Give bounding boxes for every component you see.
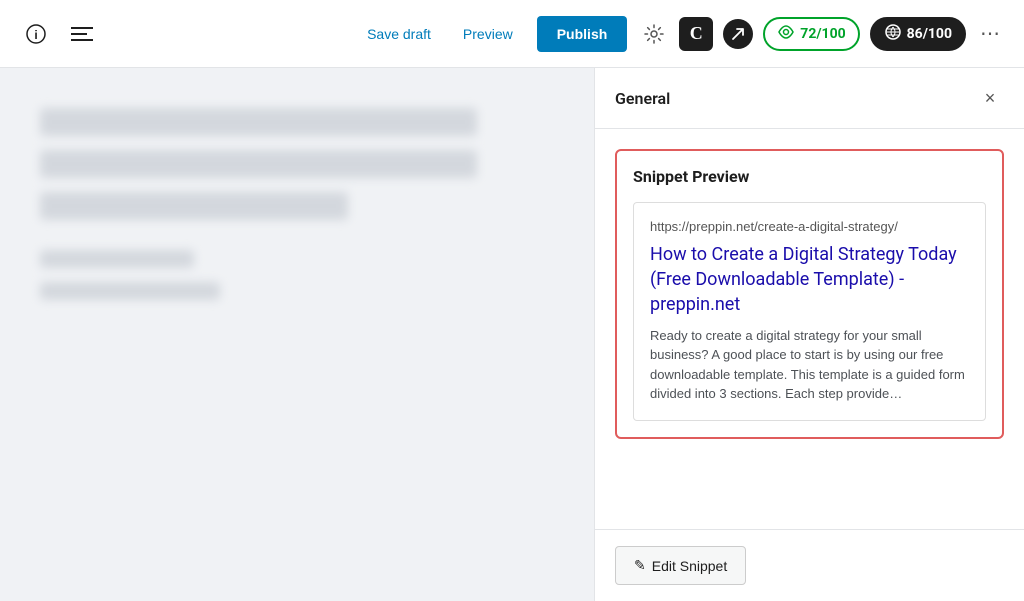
menu-button[interactable]: [66, 18, 98, 50]
seo-score-badge[interactable]: 86/100: [870, 17, 966, 51]
snippet-preview-container: Snippet Preview https://preppin.net/crea…: [615, 149, 1004, 439]
sidebar-content: Snippet Preview https://preppin.net/crea…: [595, 129, 1024, 529]
snippet-preview-title: Snippet Preview: [633, 167, 986, 186]
edit-snippet-icon: ✎: [634, 557, 646, 574]
gear-icon: [644, 24, 664, 44]
toolbar: i Save draft Preview Publish C: [0, 0, 1024, 68]
menu-icon: [71, 26, 93, 42]
snippet-page-title[interactable]: How to Create a Digital Strategy Today (…: [650, 242, 969, 318]
readability-score-badge[interactable]: 72/100: [763, 17, 859, 51]
publish-button[interactable]: Publish: [537, 16, 628, 52]
seo-icon: [884, 23, 902, 45]
toolbar-center: Save draft Preview Publish: [359, 16, 627, 52]
sidebar-footer: ✎ Edit Snippet: [595, 529, 1024, 601]
info-icon: i: [26, 24, 46, 44]
close-sidebar-button[interactable]: ×: [976, 84, 1004, 112]
more-options-button[interactable]: ⋯: [976, 17, 1004, 50]
main-area: General × Snippet Preview https://preppi…: [0, 68, 1024, 601]
edit-snippet-label: Edit Snippet: [652, 558, 728, 574]
preview-button[interactable]: Preview: [455, 22, 521, 46]
sidebar-title: General: [615, 89, 670, 108]
snippet-description: Ready to create a digital strategy for y…: [650, 326, 969, 404]
svg-text:i: i: [34, 28, 37, 42]
info-button[interactable]: i: [20, 18, 52, 50]
sidebar-header: General ×: [595, 68, 1024, 129]
c-logo-button[interactable]: C: [679, 17, 713, 51]
toolbar-left: i: [20, 18, 98, 50]
editor-area: [0, 68, 594, 601]
snippet-url: https://preppin.net/create-a-digital-str…: [650, 219, 969, 234]
seo-score-value: 86/100: [907, 26, 952, 42]
sidebar: General × Snippet Preview https://preppi…: [594, 68, 1024, 601]
readability-score-value: 72/100: [800, 26, 845, 42]
settings-button[interactable]: [639, 19, 669, 49]
toolbar-right: C 72/100: [639, 17, 1004, 51]
razr-button[interactable]: [723, 19, 753, 49]
snippet-preview-box: https://preppin.net/create-a-digital-str…: [633, 202, 986, 421]
razr-icon: [730, 26, 746, 42]
blurred-editor-content: [40, 108, 554, 300]
save-draft-button[interactable]: Save draft: [359, 22, 439, 46]
readability-icon: [777, 23, 795, 45]
edit-snippet-button[interactable]: ✎ Edit Snippet: [615, 546, 746, 585]
